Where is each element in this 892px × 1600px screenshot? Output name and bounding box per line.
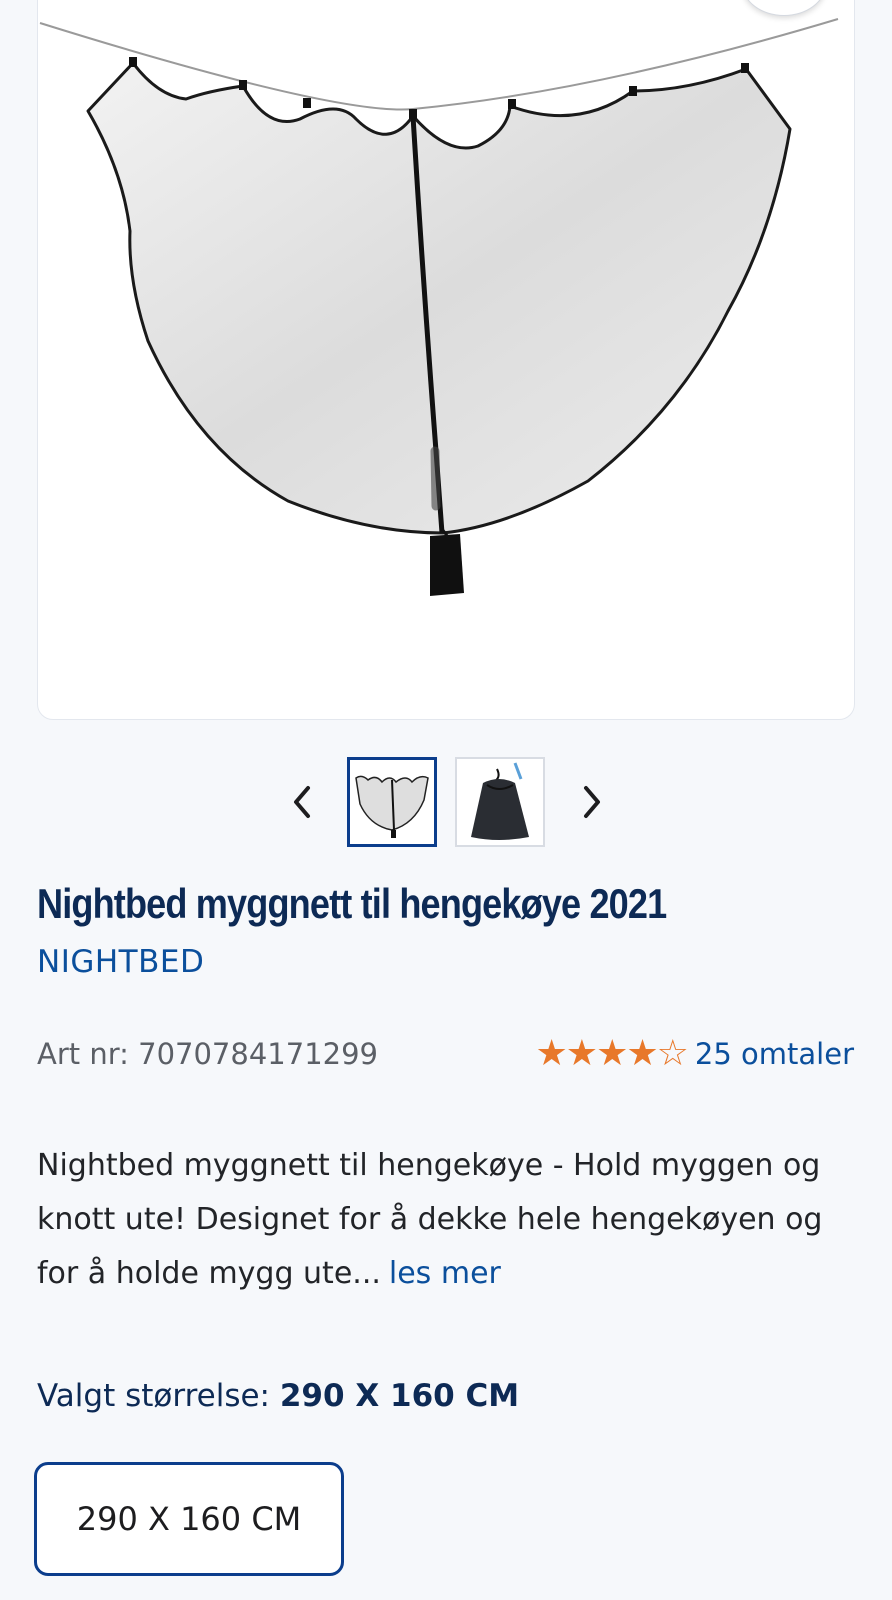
carousel-next-button[interactable] — [570, 757, 614, 847]
selected-size-label: Valgt størrelse: — [37, 1378, 270, 1414]
selected-size-value: 290 X 160 CM — [279, 1378, 520, 1414]
star-filled-icon: ★ — [596, 1033, 629, 1074]
read-more-link[interactable]: les mer — [389, 1256, 501, 1291]
article-number: Art nr: 7070784171299 — [37, 1037, 378, 1071]
brand-link[interactable]: NIGHTBED — [37, 944, 204, 980]
chevron-right-icon — [584, 786, 600, 818]
star-filled-icon: ★ — [626, 1033, 659, 1074]
rating[interactable]: ★ ★ ★ ★ ☆ 25 omtaler — [536, 1036, 854, 1072]
selected-size: Valgt størrelse: 290 X 160 CM — [37, 1378, 519, 1414]
chevron-left-icon — [294, 786, 310, 818]
storage-bag-thumbnail — [457, 759, 543, 845]
star-filled-icon: ★ — [565, 1033, 599, 1074]
reviews-link[interactable]: 25 omtaler — [695, 1037, 854, 1071]
carousel-prev-button[interactable] — [280, 757, 324, 847]
thumbnail-storage-bag[interactable] — [455, 757, 545, 847]
mosquito-net-product-image — [39, 18, 839, 596]
product-description: Nightbed myggnett til hengekøye - Hold m… — [37, 1139, 867, 1301]
size-option-button[interactable]: 290 X 160 CM — [34, 1462, 344, 1576]
star-empty-icon: ☆ — [656, 1033, 689, 1074]
thumbnail-carousel — [0, 757, 892, 849]
product-image-card[interactable] — [37, 0, 855, 720]
thumbnail-mosquito-net[interactable] — [347, 757, 437, 847]
star-filled-icon: ★ — [535, 1033, 568, 1074]
product-title: Nightbed myggnett til hengekøye 2021 — [37, 880, 667, 927]
mosquito-net-thumbnail — [350, 760, 434, 844]
